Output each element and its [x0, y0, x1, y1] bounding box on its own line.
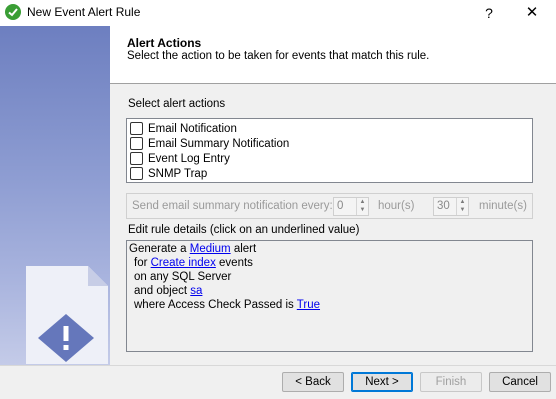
- minutes-unit-label: minute(s): [479, 200, 527, 212]
- checkmark-icon: [5, 4, 21, 20]
- rule-details-box: Generate a Medium alert for Create index…: [126, 240, 533, 352]
- event-type-link[interactable]: Create index: [151, 257, 216, 269]
- rule-text: alert: [230, 243, 257, 255]
- spin-up-icon[interactable]: ▲: [457, 198, 468, 206]
- hours-spinner[interactable]: 0 ▲ ▼: [333, 197, 369, 216]
- title-bar: New Event Alert Rule ? ✕: [0, 0, 556, 26]
- action-item-snmp-trap[interactable]: SNMP Trap: [130, 166, 207, 181]
- email-notification-checkbox[interactable]: [130, 122, 143, 135]
- action-label: SNMP Trap: [148, 167, 208, 180]
- rule-line-alert: Generate a Medium alert: [129, 243, 256, 255]
- condition-value-link[interactable]: True: [297, 299, 320, 311]
- alert-actions-list: Email Notification Email Summary Notific…: [126, 118, 533, 183]
- page-title: Alert Actions: [127, 36, 202, 50]
- snmp-trap-checkbox[interactable]: [130, 167, 143, 180]
- rule-details-label: Edit rule details (click on an underline…: [128, 224, 360, 236]
- hours-value: 0: [337, 200, 344, 212]
- severity-link[interactable]: Medium: [190, 243, 231, 255]
- action-label: Event Log Entry: [148, 152, 230, 165]
- close-button[interactable]: ✕: [518, 2, 546, 24]
- summary-frequency-label: Send email summary notification every:: [132, 200, 333, 212]
- rule-text: events: [215, 257, 253, 269]
- rule-text: for: [134, 257, 151, 269]
- wizard-sidebar: [0, 26, 110, 365]
- rule-line-condition: where Access Check Passed is True: [134, 299, 320, 311]
- minutes-spinner[interactable]: 30 ▲ ▼: [433, 197, 469, 216]
- finish-button[interactable]: Finish: [420, 372, 482, 392]
- back-button[interactable]: < Back: [282, 372, 344, 392]
- spin-up-icon[interactable]: ▲: [357, 198, 368, 206]
- rule-text: where Access Check Passed is: [134, 299, 297, 311]
- object-link[interactable]: sa: [190, 285, 202, 297]
- rule-text: and object: [134, 285, 191, 297]
- spin-down-icon[interactable]: ▼: [357, 206, 368, 214]
- email-summary-checkbox[interactable]: [130, 137, 143, 150]
- window-title: New Event Alert Rule: [27, 5, 141, 19]
- action-label: Email Notification: [148, 122, 237, 135]
- help-button[interactable]: ?: [478, 2, 500, 24]
- rule-line-object: and object sa: [134, 285, 202, 297]
- footer-divider: [0, 365, 556, 366]
- alert-document-icon: [26, 266, 108, 364]
- action-item-email-summary[interactable]: Email Summary Notification: [130, 136, 289, 151]
- summary-frequency-group: Send email summary notification every: 0…: [126, 193, 533, 219]
- page-header: Alert Actions Select the action to be ta…: [110, 26, 556, 84]
- cancel-button[interactable]: Cancel: [489, 372, 551, 392]
- page-subtitle: Select the action to be taken for events…: [127, 50, 430, 62]
- action-item-event-log[interactable]: Event Log Entry: [130, 151, 230, 166]
- rule-line-event: for Create index events: [134, 257, 253, 269]
- alert-actions-label: Select alert actions: [128, 98, 226, 110]
- action-item-email-notification[interactable]: Email Notification: [130, 121, 237, 136]
- hours-unit-label: hour(s): [378, 200, 415, 212]
- next-button[interactable]: Next >: [351, 372, 413, 392]
- spin-down-icon[interactable]: ▼: [457, 206, 468, 214]
- minutes-value: 30: [437, 200, 450, 212]
- action-label: Email Summary Notification: [148, 137, 290, 150]
- rule-line-server: on any SQL Server: [134, 271, 232, 283]
- rule-text: Generate a: [129, 243, 190, 255]
- event-log-checkbox[interactable]: [130, 152, 143, 165]
